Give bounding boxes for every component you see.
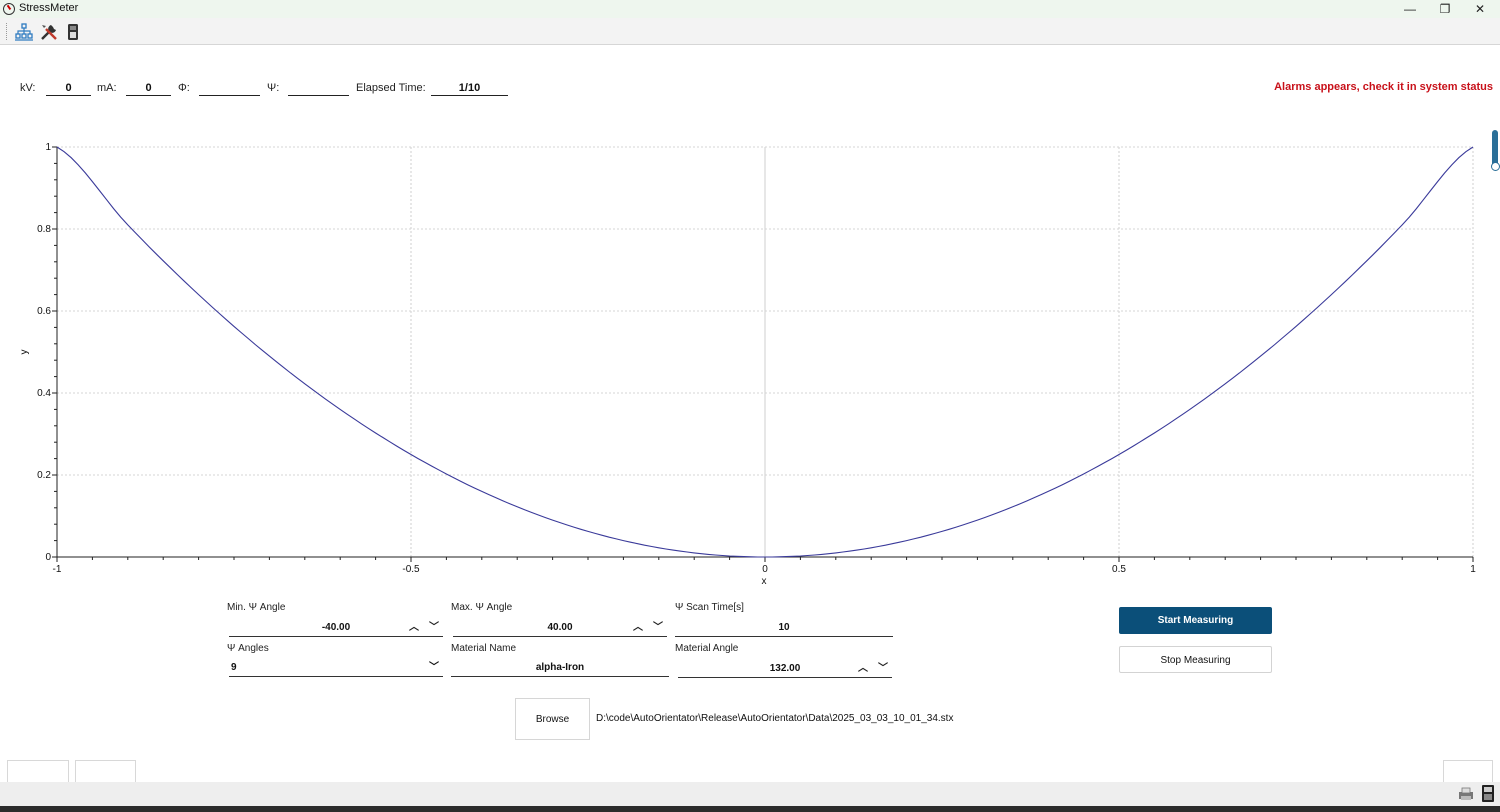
psi-angles-value: 9 [231,662,237,673]
elapsed-label: Elapsed Time: [356,82,426,94]
tools-icon[interactable] [39,22,59,42]
bottom-tab-3[interactable] [1443,760,1493,782]
scrollbar-handle[interactable] [1491,162,1500,171]
bottom-tab-2[interactable] [75,760,136,782]
ma-value: 0 [126,80,171,96]
minimize-button[interactable]: — [1393,0,1427,18]
max-psi-spinbox[interactable]: 40.00 ︿ ﹀ [453,619,667,637]
browse-button[interactable]: Browse [515,698,590,740]
x-tick-label: 1 [1470,564,1476,575]
stress-chart: -1 -0.5 0 0.5 1 0 0.2 0.4 0.6 0.8 1 x y [19,142,1476,587]
scan-time-input[interactable]: 10 [675,619,893,637]
max-psi-label: Max. Ψ Angle [451,602,513,613]
material-angle-up-icon[interactable]: ︿ [858,660,868,678]
x-tick-label: -0.5 [402,564,420,575]
y-tick-label: 1 [45,142,51,153]
x-tick-label: 0 [762,564,768,575]
psi-label: Ψ: [267,82,280,94]
psi-value [288,80,349,96]
start-measuring-button[interactable]: Start Measuring [1119,607,1272,634]
printer-icon[interactable] [1457,787,1475,801]
toolbar-grip [6,23,8,40]
x-axis-label: x [762,576,767,587]
status-bar [0,782,1500,806]
ma-label: mA: [97,82,117,94]
max-psi-up-icon[interactable]: ︿ [633,619,643,637]
phi-label: Φ: [178,82,190,94]
kv-value: 0 [46,80,91,96]
min-psi-up-icon[interactable]: ︿ [409,619,419,637]
y-tick-label: 0.8 [37,224,51,235]
phi-value [199,80,260,96]
y-tick-label: 0.6 [37,306,51,317]
scan-time-label: Ψ Scan Time[s] [675,602,744,613]
min-psi-down-icon[interactable]: ﹀ [429,619,439,637]
chevron-down-icon[interactable]: ﹀ [429,659,439,677]
material-angle-label: Material Angle [675,643,739,654]
min-psi-spinbox[interactable]: -40.00 ︿ ﹀ [229,619,443,637]
y-tick-label: 0.4 [37,388,51,399]
scan-time-value: 10 [778,622,790,633]
kv-label: kV: [20,82,36,94]
device-status-icon[interactable] [1481,784,1495,803]
bottom-tab-1[interactable] [7,760,69,782]
title-bar: StressMeter — ❐ ✕ [0,0,1500,18]
stop-measuring-button[interactable]: Stop Measuring [1119,646,1272,673]
material-name-label: Material Name [451,643,517,654]
material-name-value: alpha-Iron [535,662,585,673]
y-tick-label: 0.2 [37,470,51,481]
x-tick-label: 0.5 [1112,564,1126,575]
device-icon[interactable] [63,22,83,42]
elapsed-value: 1/10 [431,80,508,96]
y-tick-label: 0 [45,552,51,563]
app-icon [3,3,15,15]
y-axis-label: y [19,350,30,355]
alarm-message: Alarms appears, check it in system statu… [1274,81,1493,93]
psi-angles-label: Ψ Angles [227,643,269,654]
toolbar [0,18,1500,45]
psi-angles-select[interactable]: 9 ﹀ [229,659,443,677]
material-name-input[interactable]: alpha-Iron [451,659,669,677]
maximize-button[interactable]: ❐ [1428,0,1462,18]
taskbar-strip [0,806,1500,812]
window-title: StressMeter [19,2,79,14]
close-button[interactable]: ✕ [1463,0,1497,18]
network-icon[interactable] [14,22,34,42]
min-psi-label: Min. Ψ Angle [227,602,286,613]
file-path: D:\code\AutoOrientator\Release\AutoOrien… [596,713,954,724]
material-angle-spinbox[interactable]: 132.00 ︿ ﹀ [678,660,892,678]
max-psi-down-icon[interactable]: ﹀ [653,619,663,637]
material-angle-down-icon[interactable]: ﹀ [878,660,888,678]
x-tick-label: -1 [53,564,62,575]
